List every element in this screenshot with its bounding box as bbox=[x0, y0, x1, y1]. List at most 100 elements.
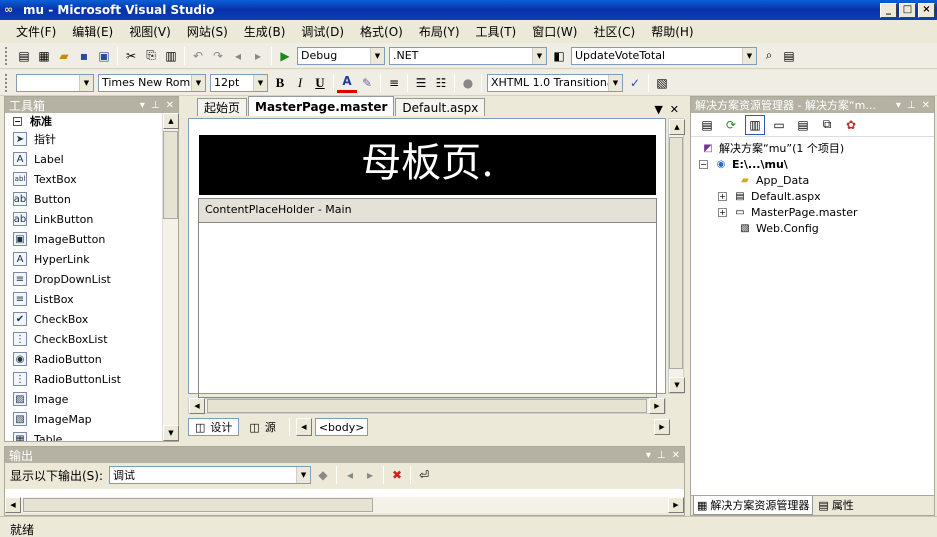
save-icon[interactable]: ▪ bbox=[74, 46, 94, 66]
bold-button[interactable]: B bbox=[270, 73, 290, 93]
cut-icon[interactable]: ✂ bbox=[121, 46, 141, 66]
menu-community[interactable]: 社区(C) bbox=[585, 23, 643, 40]
toolbox-item-image[interactable]: ▨ Image bbox=[5, 389, 165, 409]
scroll-thumb[interactable] bbox=[163, 131, 178, 219]
scroll-up-icon[interactable]: ▲ bbox=[163, 113, 179, 129]
validate-icon[interactable]: ▧ bbox=[652, 73, 672, 93]
toolbox-item-hyperlink[interactable]: A HyperLink bbox=[5, 249, 165, 269]
menu-window[interactable]: 窗口(W) bbox=[524, 23, 585, 40]
tree-item-app-data[interactable]: ▰ App_Data bbox=[738, 172, 809, 188]
tag-nav-left-icon[interactable]: ◀ bbox=[295, 418, 312, 436]
toolbox-item-table[interactable]: ▦ Table bbox=[5, 429, 165, 441]
close-document-icon[interactable]: ✕ bbox=[670, 103, 679, 116]
menu-debug[interactable]: 调试(D) bbox=[293, 23, 352, 40]
content-placeholder[interactable]: ContentPlaceHolder - Main bbox=[198, 198, 657, 398]
find-combo[interactable]: UpdateVoteTotal ▼ bbox=[571, 46, 757, 65]
scroll-right-icon[interactable]: ▶ bbox=[649, 398, 665, 414]
toolbox-item-label[interactable]: A Label bbox=[5, 149, 165, 169]
toolbar-grip[interactable] bbox=[5, 73, 11, 92]
close-icon[interactable]: ✕ bbox=[166, 100, 174, 111]
toolbox-item--[interactable]: ➤ 指针 bbox=[5, 129, 165, 149]
pin-icon[interactable]: ⊥ bbox=[151, 100, 160, 111]
tab-properties[interactable]: ▤ 属性 bbox=[815, 496, 856, 514]
scroll-thumb[interactable] bbox=[207, 399, 647, 413]
next-message-icon[interactable]: ▸ bbox=[360, 465, 380, 485]
save-all-icon[interactable]: ▣ bbox=[94, 46, 114, 66]
menu-tools[interactable]: 工具(T) bbox=[468, 23, 525, 40]
block-format-select[interactable]: ▼ bbox=[16, 73, 94, 92]
font-size-select[interactable]: 12pt ▼ bbox=[210, 73, 268, 92]
nest-files-icon[interactable]: ▥ bbox=[745, 114, 765, 135]
highlight-icon[interactable]: ✎ bbox=[357, 73, 377, 93]
close-icon[interactable]: ✕ bbox=[672, 450, 680, 461]
word-wrap-icon[interactable]: ⏎ bbox=[414, 465, 434, 485]
menu-edit[interactable]: 编辑(E) bbox=[64, 23, 121, 40]
maximize-button[interactable]: □ bbox=[899, 2, 916, 18]
doctype-select[interactable]: XHTML 1.0 Transitional (▼ bbox=[487, 73, 623, 92]
scroll-left-icon[interactable]: ◀ bbox=[189, 398, 205, 414]
toolbox-scrollbar[interactable]: ▲ ▼ bbox=[162, 113, 179, 441]
copy-icon[interactable]: ⎘ bbox=[141, 46, 161, 66]
output-source-select[interactable]: 调试 ▼ bbox=[109, 466, 312, 484]
start-debug-icon[interactable]: ▶ bbox=[275, 46, 295, 66]
dropdown-icon[interactable]: ▾ bbox=[896, 100, 901, 111]
menu-build[interactable]: 生成(B) bbox=[236, 23, 294, 40]
tab-default-aspx[interactable]: Default.aspx bbox=[395, 98, 486, 116]
view-code-icon[interactable]: ▭ bbox=[769, 115, 789, 135]
dropdown-icon[interactable]: ▾ bbox=[140, 100, 145, 111]
tree-item-masterpage[interactable]: + ▭ MasterPage.master bbox=[718, 204, 857, 220]
numbered-list-icon[interactable]: ☷ bbox=[431, 73, 451, 93]
new-project-icon[interactable]: ▤ bbox=[14, 46, 34, 66]
find-message-icon[interactable]: ◆ bbox=[313, 465, 333, 485]
toolbox-item-radiobutton[interactable]: ◉ RadioButton bbox=[5, 349, 165, 369]
output-text-area[interactable] bbox=[5, 489, 684, 497]
scroll-down-icon[interactable]: ▼ bbox=[669, 377, 685, 393]
find-in-files-icon[interactable]: ◧ bbox=[549, 46, 569, 66]
toolbox-group-standard[interactable]: − 标准 bbox=[5, 113, 165, 129]
collapse-icon[interactable]: − bbox=[699, 159, 708, 169]
tag-selector-body[interactable]: <body> bbox=[314, 418, 369, 436]
toolbox-item-listbox[interactable]: ≡ ListBox bbox=[5, 289, 165, 309]
toolbox-item-dropdownlist[interactable]: ≡ DropDownList bbox=[5, 269, 165, 289]
toolbox-item-radiobuttonlist[interactable]: ⋮ RadioButtonList bbox=[5, 369, 165, 389]
tab-solution-explorer[interactable]: ▦ 解决方案资源管理器 bbox=[693, 496, 814, 515]
properties-icon[interactable]: ▤ bbox=[697, 115, 717, 135]
font-color-icon[interactable]: A bbox=[337, 73, 357, 93]
toolbox-item-checkbox[interactable]: ✔ CheckBox bbox=[5, 309, 165, 329]
toolbox-item-imagemap[interactable]: ▧ ImageMap bbox=[5, 409, 165, 429]
menu-layout[interactable]: 布局(Y) bbox=[411, 23, 468, 40]
toolbox-item-checkboxlist[interactable]: ⋮ CheckBoxList bbox=[5, 329, 165, 349]
menu-format[interactable]: 格式(O) bbox=[352, 23, 411, 40]
undo-icon[interactable]: ↶ bbox=[188, 46, 208, 66]
navigate-forward-icon[interactable]: ▸ bbox=[248, 46, 268, 66]
tab-list-icon[interactable]: ▼ bbox=[654, 103, 662, 116]
find-icon[interactable]: ⌕ bbox=[759, 46, 779, 66]
menu-website[interactable]: 网站(S) bbox=[179, 23, 236, 40]
scroll-thumb[interactable] bbox=[669, 137, 683, 369]
tag-nav-right-icon[interactable]: ▶ bbox=[654, 419, 670, 435]
italic-button[interactable]: I bbox=[290, 73, 310, 93]
navigate-back-icon[interactable]: ◂ bbox=[228, 46, 248, 66]
asp-config-icon[interactable]: ✿ bbox=[841, 115, 861, 135]
master-page-banner[interactable]: 母板页. bbox=[199, 135, 656, 195]
design-view-button[interactable]: ◫ 设计 bbox=[188, 418, 240, 436]
menu-file[interactable]: 文件(F) bbox=[8, 23, 64, 40]
open-folder-icon[interactable]: ▰ bbox=[54, 46, 74, 66]
solution-node[interactable]: ◩ 解决方案“mu”(1 个项目) bbox=[701, 140, 844, 156]
tree-item-web-config[interactable]: ▧ Web.Config bbox=[738, 220, 819, 236]
design-surface[interactable]: 母板页. ContentPlaceHolder - Main bbox=[188, 118, 666, 398]
view-designer-icon[interactable]: ▤ bbox=[793, 115, 813, 135]
properties-icon[interactable]: ▤ bbox=[779, 46, 799, 66]
solution-config-select[interactable]: Debug ▼ bbox=[297, 46, 385, 65]
toolbox-item-linkbutton[interactable]: ab LinkButton bbox=[5, 209, 165, 229]
redo-icon[interactable]: ↷ bbox=[208, 46, 228, 66]
pin-icon[interactable]: ⊥ bbox=[907, 100, 916, 111]
toolbox-item-imagebutton[interactable]: ▣ ImageButton bbox=[5, 229, 165, 249]
clear-all-icon[interactable]: ✖ bbox=[387, 465, 407, 485]
check-accessibility-icon[interactable]: ✓ bbox=[625, 73, 645, 93]
expand-icon[interactable]: + bbox=[718, 191, 727, 201]
prev-message-icon[interactable]: ◂ bbox=[340, 465, 360, 485]
minimize-button[interactable]: _ bbox=[880, 2, 897, 18]
output-hscrollbar[interactable]: ◀ ▶ bbox=[5, 497, 684, 513]
toolbox-item-button[interactable]: ab Button bbox=[5, 189, 165, 209]
